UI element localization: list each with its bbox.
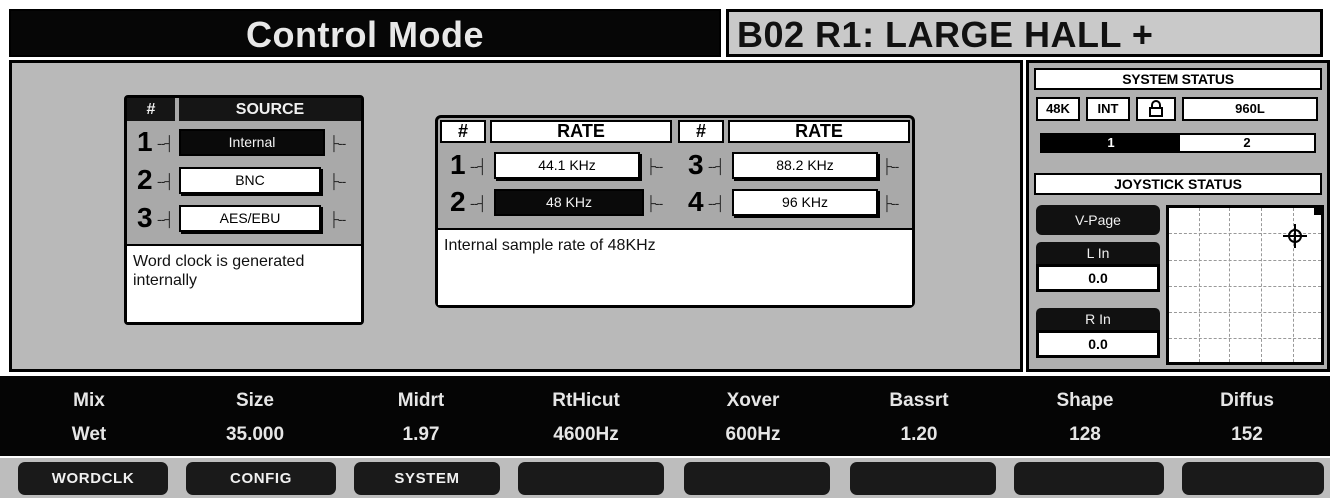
dash-icon: --┤ <box>470 195 487 211</box>
dash-icon: --┤ <box>708 158 725 174</box>
param-name: Bassrt <box>889 390 949 411</box>
param-value: 4600Hz <box>553 424 619 445</box>
param-name: Size <box>235 390 275 411</box>
r-in-label: R In <box>1036 308 1160 330</box>
dash-icon: --┤ <box>470 158 487 174</box>
dash-icon: ├-- <box>882 158 899 174</box>
system-status-title: SYSTEM STATUS <box>1034 68 1322 90</box>
source-description: Word clock is generated internally <box>127 244 361 322</box>
lock-icon-graphic <box>1149 100 1163 117</box>
softkey-8[interactable] <box>1182 462 1324 495</box>
dash-icon: ├-- <box>882 195 899 211</box>
l-in-value: 0.0 <box>1036 264 1160 292</box>
mode-title-bar: Control Mode <box>9 9 721 57</box>
mode-title: Control Mode <box>246 14 484 55</box>
source-header: SOURCE <box>179 98 361 121</box>
rate-hash-header-left: # <box>440 120 486 143</box>
grid-line <box>1169 312 1321 313</box>
softkey-4[interactable] <box>518 462 664 495</box>
param-value: 35.000 <box>225 424 285 445</box>
rate-header-right: RATE <box>728 120 910 143</box>
parameter-bar: Mix Wet Size 35.000 Midrt 1.97 RtHicut 4… <box>0 376 1330 456</box>
lock-icon <box>1136 97 1176 121</box>
rate-option-96[interactable]: 96 KHz <box>732 189 878 216</box>
rate-num-1: 1 <box>450 149 466 180</box>
rate-num-3: 3 <box>688 149 704 180</box>
joystick-position-grid[interactable] <box>1166 205 1324 365</box>
param-name: Midrt <box>397 390 445 411</box>
rate-option-44-1[interactable]: 44.1 KHz <box>494 152 640 179</box>
softkey-6[interactable] <box>850 462 996 495</box>
dash-icon: --┤ <box>157 135 174 151</box>
param-value: 1.20 <box>900 424 938 445</box>
dash-icon: --┤ <box>157 211 174 227</box>
grid-line <box>1261 208 1262 362</box>
softkey-system[interactable]: SYSTEM <box>354 462 500 495</box>
corner-marker <box>1314 208 1321 215</box>
param-value: 128 <box>1069 424 1101 445</box>
system-model-indicator: 960L <box>1182 97 1318 121</box>
param-name: Shape <box>1056 390 1114 411</box>
grid-line <box>1169 286 1321 287</box>
dash-icon: --┤ <box>708 195 725 211</box>
dash-icon: ├-- <box>329 135 346 151</box>
source-option-internal[interactable]: Internal <box>179 129 325 156</box>
softkey-wordclk[interactable]: WORDCLK <box>18 462 168 495</box>
engine-segment-1: 1 <box>1042 135 1180 151</box>
grid-line <box>1169 260 1321 261</box>
preset-name-bar: B02 R1: LARGE HALL + <box>726 9 1323 57</box>
dash-icon: ├-- <box>329 211 346 227</box>
source-hash-header: # <box>127 98 175 121</box>
preset-name: B02 R1: LARGE HALL + <box>737 14 1154 55</box>
rate-option-48[interactable]: 48 KHz <box>494 189 644 216</box>
rate-hash-header-right: # <box>678 120 724 143</box>
source-option-aes-ebu[interactable]: AES/EBU <box>179 205 321 232</box>
rate-num-2: 2 <box>450 186 466 217</box>
dash-icon: ├-- <box>646 195 663 211</box>
l-in-label: L In <box>1036 242 1160 264</box>
rate-num-4: 4 <box>688 186 704 217</box>
source-num-1: 1 <box>137 126 153 157</box>
softkey-5[interactable] <box>684 462 830 495</box>
param-name: Xover <box>726 390 780 411</box>
dash-icon: ├-- <box>329 173 346 189</box>
joystick-crosshair-icon <box>1283 224 1307 248</box>
system-source-indicator: INT <box>1086 97 1130 121</box>
param-value: 600Hz <box>725 424 781 445</box>
param-value: 1.97 <box>402 424 440 445</box>
r-in-value: 0.0 <box>1036 330 1160 358</box>
vpage-button[interactable]: V-Page <box>1036 205 1160 235</box>
rate-panel: # RATE # RATE 1 --┤ 44.1 KHz ├-- 2 --┤ 4… <box>435 115 915 308</box>
source-num-2: 2 <box>137 164 153 195</box>
rate-description: Internal sample rate of 48KHz <box>438 228 912 305</box>
rate-header-left: RATE <box>490 120 672 143</box>
grid-line <box>1229 208 1230 362</box>
softkey-config[interactable]: CONFIG <box>186 462 336 495</box>
param-name: Diffus <box>1220 390 1274 411</box>
dash-icon: ├-- <box>646 158 663 174</box>
softkey-7[interactable] <box>1014 462 1164 495</box>
dash-icon: --┤ <box>157 173 174 189</box>
source-num-3: 3 <box>137 202 153 233</box>
source-option-bnc[interactable]: BNC <box>179 167 321 194</box>
engine-segment-2: 2 <box>1243 135 1251 150</box>
source-panel: # SOURCE 1 --┤ Internal ├-- 2 --┤ BNC ├-… <box>124 95 364 325</box>
joystick-status-title: JOYSTICK STATUS <box>1034 173 1322 195</box>
param-name: RtHicut <box>552 390 620 411</box>
system-rate-indicator: 48K <box>1036 97 1080 121</box>
grid-line <box>1169 338 1321 339</box>
param-value: 152 <box>1231 424 1263 445</box>
param-value: Wet <box>71 424 107 445</box>
param-name: Mix <box>73 390 105 411</box>
rate-option-88-2[interactable]: 88.2 KHz <box>732 152 878 179</box>
grid-line <box>1199 208 1200 362</box>
system-engine-bar: 1 2 <box>1040 133 1316 153</box>
